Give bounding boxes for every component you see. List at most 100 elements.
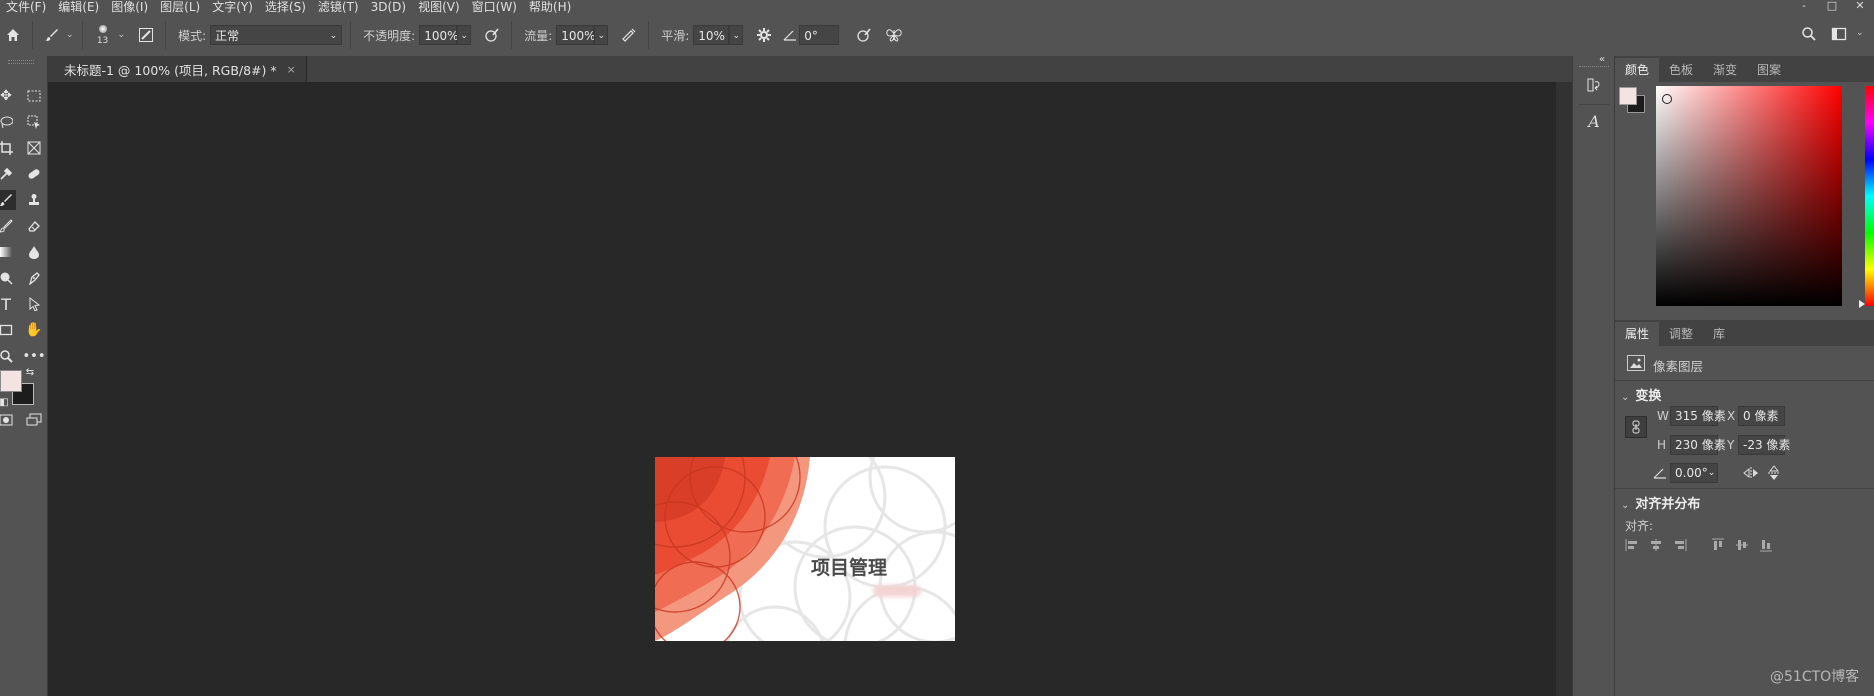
brush-angle-input[interactable]: 0° xyxy=(799,25,840,45)
brush-size-caret-icon[interactable]: ⌄ xyxy=(118,30,126,40)
type-tool-icon[interactable]: T xyxy=(0,294,16,314)
screen-mode-icon[interactable] xyxy=(24,410,44,430)
gradient-tool-icon[interactable] xyxy=(0,242,16,262)
saturation-brightness-field[interactable] xyxy=(1656,86,1842,306)
menu-type[interactable]: 文字(Y) xyxy=(206,0,259,14)
align-left-icon[interactable] xyxy=(1625,538,1639,555)
pressure-opacity-icon[interactable] xyxy=(481,27,503,43)
menu-filter[interactable]: 滤镜(T) xyxy=(312,0,365,14)
restore-button[interactable]: □ xyxy=(1818,0,1846,12)
path-select-tool-icon[interactable] xyxy=(24,294,44,314)
airbrush-icon[interactable] xyxy=(618,27,640,43)
eyedropper-tool-icon[interactable] xyxy=(0,164,16,184)
tab-swatches[interactable]: 色板 xyxy=(1659,58,1703,82)
healing-brush-tool-icon[interactable] xyxy=(24,164,44,184)
gear-icon[interactable] xyxy=(753,27,775,43)
align-right-icon[interactable] xyxy=(1673,538,1687,555)
blur-tool-icon[interactable] xyxy=(24,242,44,262)
close-window-button[interactable]: ✕ xyxy=(1846,0,1874,12)
clone-stamp-tool-icon[interactable] xyxy=(24,190,44,210)
home-icon[interactable] xyxy=(2,27,24,43)
history-brush-tool-icon[interactable] xyxy=(0,216,16,236)
brush-preset-caret-icon[interactable]: ⌄ xyxy=(66,30,74,40)
pen-tool-icon[interactable] xyxy=(24,268,44,288)
align-bottom-icon[interactable] xyxy=(1759,538,1773,555)
frame-tool-icon[interactable] xyxy=(24,138,44,158)
character-panel-icon[interactable]: A xyxy=(1583,110,1605,132)
color-picker-cursor[interactable] xyxy=(1662,94,1672,104)
vertical-scrollbar[interactable] xyxy=(1556,82,1572,696)
flip-vertical-icon[interactable] xyxy=(1767,465,1781,484)
height-input[interactable]: 230 像素 xyxy=(1670,435,1726,455)
workspace-icon[interactable] xyxy=(1830,26,1848,42)
brush-tool-icon[interactable] xyxy=(0,190,16,210)
move-tool-icon[interactable]: ✥ xyxy=(0,86,16,106)
link-dimensions-icon[interactable] xyxy=(1625,416,1647,438)
close-tab-icon[interactable]: × xyxy=(287,63,296,76)
hue-slider[interactable] xyxy=(1865,86,1874,306)
menu-select[interactable]: 选择(S) xyxy=(259,0,312,14)
collapse-panels-icon[interactable]: « xyxy=(1599,54,1605,65)
menu-edit[interactable]: 编辑(E) xyxy=(52,0,105,14)
eraser-tool-icon[interactable] xyxy=(24,216,44,236)
tab-libraries[interactable]: 库 xyxy=(1703,322,1735,346)
foreground-color-swatch-top[interactable] xyxy=(0,370,22,392)
brush-size-picker[interactable]: 13 xyxy=(91,17,115,53)
height-label: H xyxy=(1657,438,1667,452)
lasso-tool-icon[interactable] xyxy=(0,112,16,132)
workspace-caret-icon[interactable]: ⌄ xyxy=(1856,28,1864,38)
tab-properties[interactable]: 属性 xyxy=(1615,322,1660,346)
align-top-icon[interactable] xyxy=(1711,538,1725,555)
align-section-header[interactable]: ⌄ 对齐并分布 xyxy=(1621,493,1700,512)
document-canvas[interactable]: 项目管理 xyxy=(655,457,955,641)
opacity-input[interactable]: 100% xyxy=(419,25,459,45)
menu-help[interactable]: 帮助(H) xyxy=(523,0,577,14)
flow-dropdown[interactable]: ⌄ xyxy=(594,25,609,45)
default-colors-icon[interactable]: ◧ xyxy=(0,392,14,412)
minimize-button[interactable]: - xyxy=(1790,0,1818,12)
quick-mask-icon[interactable] xyxy=(0,410,16,430)
brush-settings-icon[interactable] xyxy=(135,27,157,43)
tab-color[interactable]: 颜色 xyxy=(1615,58,1660,82)
rectangle-tool-icon[interactable] xyxy=(0,320,16,340)
menu-window[interactable]: 窗口(W) xyxy=(466,0,523,14)
search-icon[interactable] xyxy=(1800,26,1818,42)
panel-foreground-color[interactable] xyxy=(1619,87,1637,105)
object-select-tool-icon[interactable] xyxy=(24,112,44,132)
hue-slider-thumb-icon[interactable] xyxy=(1859,300,1865,308)
menu-file[interactable]: 文件(F) xyxy=(0,0,52,14)
hand-tool-icon[interactable]: ✋ xyxy=(24,320,44,340)
smoothing-dropdown[interactable]: ⌄ xyxy=(729,25,744,45)
transform-section-header[interactable]: ⌄ 变换 xyxy=(1621,385,1661,404)
menu-3d[interactable]: 3D(D) xyxy=(365,0,412,14)
opacity-dropdown[interactable]: ⌄ xyxy=(457,25,472,45)
symmetry-butterfly-icon[interactable] xyxy=(883,27,905,43)
history-icon[interactable] xyxy=(1583,74,1605,96)
menu-layer[interactable]: 图层(L) xyxy=(154,0,206,14)
rotation-angle-input[interactable]: 0.00° ⌄ xyxy=(1670,463,1718,483)
align-vertical-center-icon[interactable] xyxy=(1735,538,1749,555)
tab-adjustments[interactable]: 调整 xyxy=(1659,322,1703,346)
panel-grip[interactable] xyxy=(8,60,34,64)
crop-tool-icon[interactable] xyxy=(0,138,16,158)
flip-horizontal-icon[interactable] xyxy=(1743,466,1759,483)
brush-tool-icon[interactable] xyxy=(41,27,63,43)
smoothing-input[interactable]: 10% xyxy=(693,25,730,45)
tab-gradients[interactable]: 渐变 xyxy=(1703,58,1747,82)
pressure-size-icon[interactable] xyxy=(853,27,875,43)
y-input[interactable]: -23 像素 xyxy=(1738,435,1790,455)
document-tab[interactable]: 未标题-1 @ 100% (项目, RGB/8#) * × xyxy=(48,56,307,82)
swap-colors-icon[interactable]: ⇆ xyxy=(20,362,40,382)
menu-view[interactable]: 视图(V) xyxy=(412,0,466,14)
tab-patterns[interactable]: 图案 xyxy=(1747,58,1791,82)
mode-select[interactable]: 正常 ⌄ xyxy=(210,25,343,45)
dodge-tool-icon[interactable] xyxy=(0,268,16,288)
flow-input[interactable]: 100% xyxy=(556,25,596,45)
width-input[interactable]: 315 像素 xyxy=(1670,406,1726,426)
align-horizontal-center-icon[interactable] xyxy=(1649,538,1663,555)
x-input[interactable]: 0 像素 xyxy=(1738,406,1785,426)
menu-image[interactable]: 图像(I) xyxy=(105,0,154,14)
marquee-tool-icon[interactable] xyxy=(24,86,44,106)
panel-grip[interactable] xyxy=(1579,66,1609,69)
zoom-tool-icon[interactable] xyxy=(0,346,16,366)
